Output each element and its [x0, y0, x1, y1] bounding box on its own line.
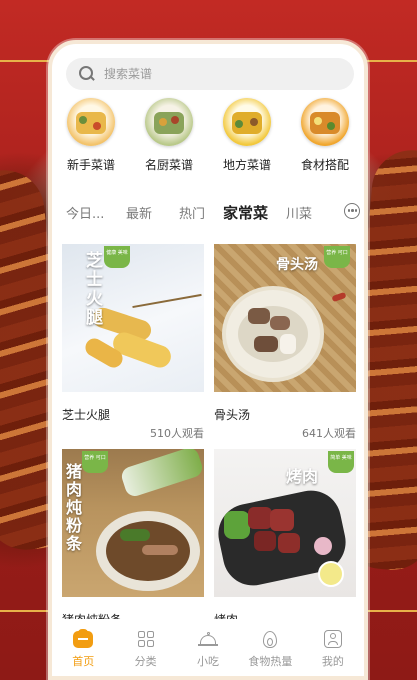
nav-label: 首页: [72, 655, 95, 668]
tab-latest[interactable]: 最新: [126, 203, 152, 222]
category-label: 食材搭配: [300, 158, 349, 172]
more-icon[interactable]: [344, 203, 360, 219]
recipe-badge: 健康 美味: [104, 246, 130, 268]
search-bar[interactable]: [66, 58, 354, 90]
recipe-overlay-title: 烤肉: [286, 467, 319, 486]
nav-food-calories[interactable]: 食物热量: [239, 619, 301, 676]
tab-sichuan[interactable]: 川菜: [286, 203, 312, 222]
tab-today[interactable]: 今日...: [66, 203, 104, 222]
tab-home-cooking[interactable]: 家常菜: [223, 202, 268, 223]
recipe-card[interactable]: 猪肉炖粉条 营养 可口 猪肉炖粉条: [62, 449, 204, 628]
app-screen: 新手菜谱 名厨菜谱 地方菜谱 食材搭配: [48, 40, 368, 680]
recipe-badge: 简单 美味: [328, 451, 354, 473]
nav-label: 食物热量: [248, 655, 293, 668]
recipe-title: 芝士火腿: [62, 408, 111, 422]
recipe-overlay-title: 猪肉炖粉条: [66, 462, 83, 553]
flame-icon: [260, 629, 280, 649]
nav-home[interactable]: 首页: [52, 619, 114, 676]
category-row: 新手菜谱 名厨菜谱 地方菜谱 食材搭配: [52, 98, 364, 176]
tab-popular[interactable]: 热门: [179, 203, 205, 222]
category-label: 名厨菜谱: [144, 158, 193, 172]
recipe-card[interactable]: 烤肉 简单 美味 烤肉: [214, 449, 356, 628]
ingredient-pairing-icon: [301, 98, 349, 146]
search-input[interactable]: [104, 67, 334, 81]
recipe-image: 骨头汤 营养 可口: [214, 244, 356, 392]
recipe-overlay-title: 骨头汤: [276, 257, 318, 273]
nav-label: 小吃: [197, 655, 220, 668]
category-ingredient-pairing[interactable]: 食材搭配: [289, 98, 361, 176]
recipe-card[interactable]: 骨头汤 营养 可口 骨头汤 641人观看: [214, 244, 356, 441]
recipe-views: 641人观看: [302, 427, 356, 440]
search-icon: [78, 65, 96, 83]
beginner-recipes-icon: [67, 98, 115, 146]
home-icon: [73, 629, 94, 649]
profile-icon: [323, 629, 343, 649]
category-beginner-recipes[interactable]: 新手菜谱: [55, 98, 127, 176]
nav-snacks[interactable]: 小吃: [177, 619, 239, 676]
category-label: 新手菜谱: [66, 158, 115, 172]
nav-label: 我的: [321, 655, 344, 668]
category-label: 地方菜谱: [222, 158, 271, 172]
recipe-badge: 营养 可口: [324, 246, 350, 268]
nav-category[interactable]: 分类: [114, 619, 176, 676]
regional-recipes-icon: [223, 98, 271, 146]
category-chef-recipes[interactable]: 名厨菜谱: [133, 98, 205, 176]
recipe-views: 510人观看: [150, 427, 204, 440]
recipe-card[interactable]: 芝士火腿 健康 美味 芝士火腿 510人观看: [62, 244, 204, 441]
recipe-image: 烤肉 简单 美味: [214, 449, 356, 597]
nav-profile[interactable]: 我的: [302, 619, 364, 676]
bottom-navigation: 首页 分类 小吃 食物热量 我的: [52, 619, 364, 676]
category-regional-recipes[interactable]: 地方菜谱: [211, 98, 283, 176]
recipe-badge: 营养 可口: [82, 451, 108, 473]
recipe-tabs: 今日... 最新 热门 家常菜 川菜: [52, 194, 364, 230]
chef-recipes-icon: [145, 98, 193, 146]
recipe-title: 骨头汤: [214, 408, 251, 422]
recipe-image: 猪肉炖粉条 营养 可口: [62, 449, 204, 597]
nav-label: 分类: [134, 655, 157, 668]
cloche-icon: [198, 629, 219, 649]
grid-icon: [136, 629, 156, 649]
recipe-image: 芝士火腿 健康 美味: [62, 244, 204, 392]
